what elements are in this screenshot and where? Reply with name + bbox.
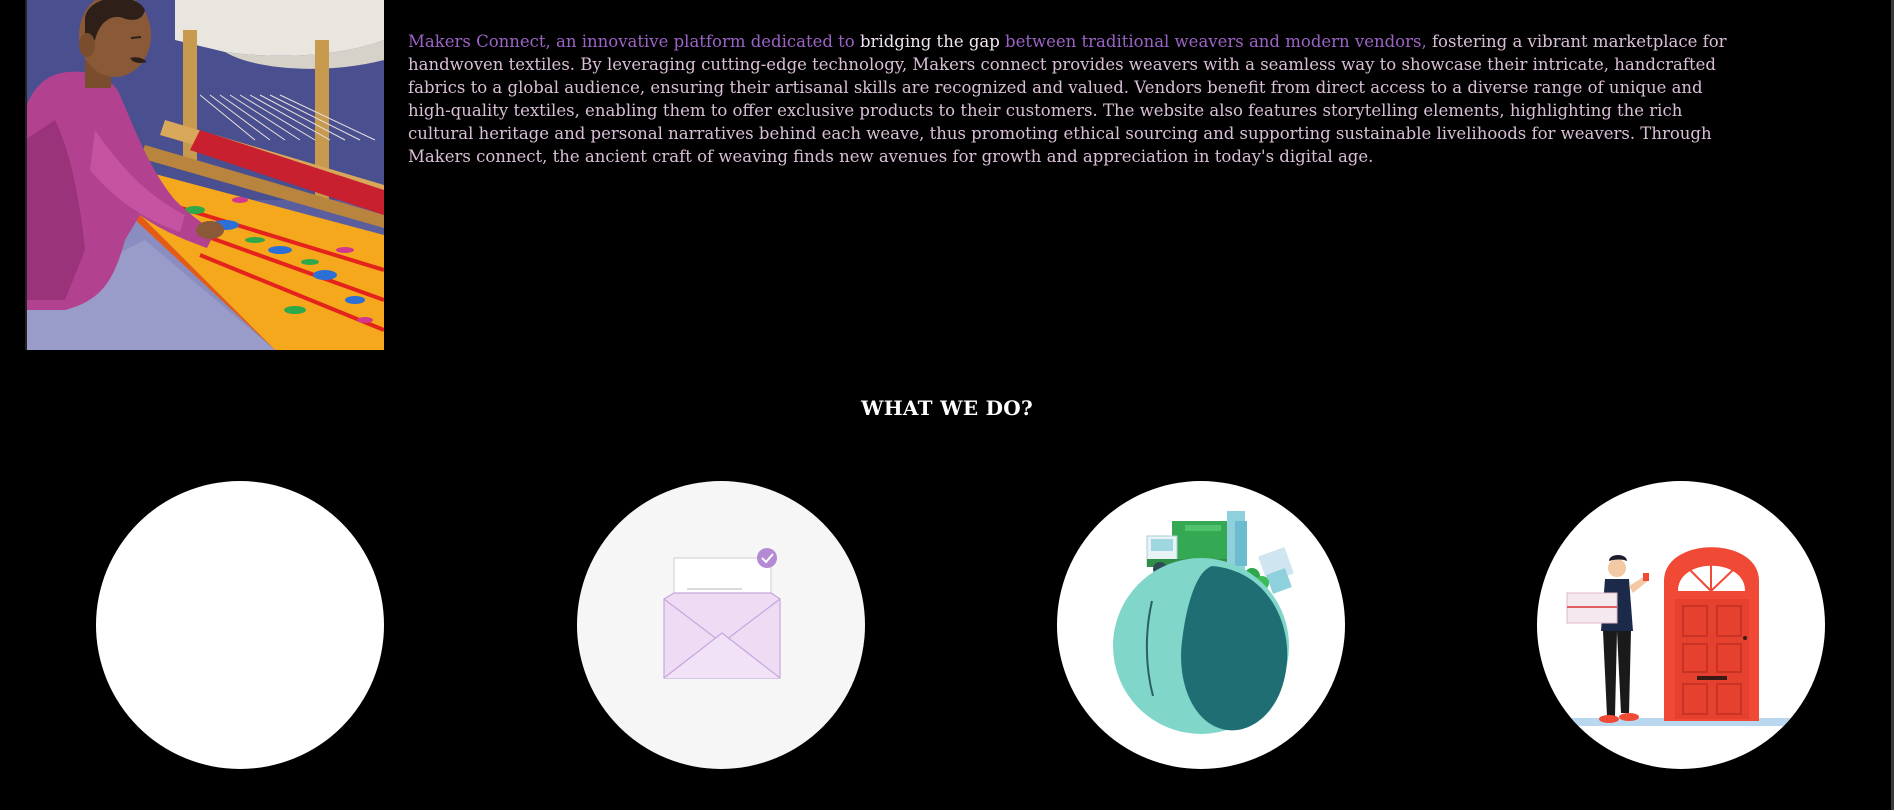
- service-circle-1[interactable]: [96, 481, 384, 769]
- intro-paragraph: Makers Connect, an innovative platform d…: [408, 30, 1748, 168]
- service-circle-3[interactable]: [1057, 481, 1345, 769]
- service-circle-4[interactable]: [1537, 481, 1825, 769]
- intro-segment: Makers Connect, an innovative platform d…: [408, 32, 860, 51]
- doorstep-delivery-icon: [1566, 547, 1807, 726]
- intro-segment: fostering a vibrant marketplace for hand…: [408, 32, 1727, 166]
- weaver-illustration: [25, 0, 384, 350]
- intro-segment: between traditional weavers and modern v…: [1005, 32, 1432, 51]
- service-circle-2[interactable]: [577, 481, 865, 769]
- what-we-do-heading: WHAT WE DO?: [860, 396, 1034, 420]
- page: Makers Connect, an innovative platform d…: [0, 0, 1894, 810]
- envelope-with-check-icon: [663, 548, 781, 679]
- intro-segment: bridging the gap: [860, 32, 1006, 51]
- globe-delivery-truck-icon: [1113, 511, 1294, 734]
